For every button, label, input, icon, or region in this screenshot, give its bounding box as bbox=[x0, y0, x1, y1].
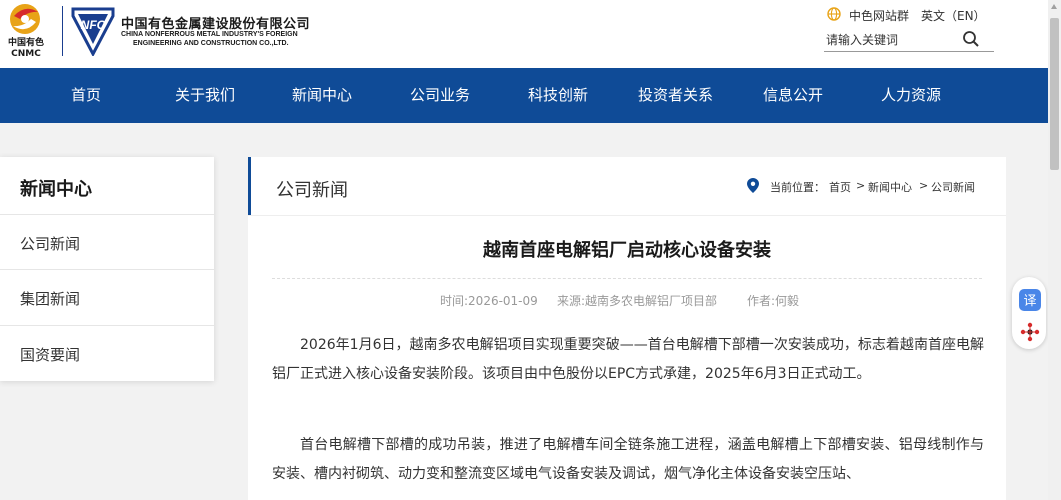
nfc-shield-icon: NFC bbox=[71, 7, 115, 58]
nav-home[interactable]: 首页 bbox=[71, 68, 101, 123]
article-divider bbox=[272, 278, 982, 279]
site-group-link[interactable]: 中色网站群 bbox=[849, 7, 909, 24]
location-pin-icon bbox=[747, 178, 759, 193]
cnmc-emblem-icon bbox=[10, 4, 40, 34]
search-icon[interactable] bbox=[962, 30, 980, 48]
logo-en-text: CNMC bbox=[11, 49, 41, 59]
section-accent-bar bbox=[248, 157, 251, 215]
globe-icon bbox=[827, 7, 841, 21]
nav-about[interactable]: 关于我们 bbox=[175, 68, 235, 123]
location-label: 当前位置： bbox=[770, 181, 825, 194]
scroll-thumb[interactable] bbox=[1050, 18, 1059, 170]
main-nav: 首页 关于我们 新闻中心 公司业务 科技创新 投资者关系 信息公开 人力资源 bbox=[0, 68, 1048, 123]
breadcrumb-home[interactable]: 首页 bbox=[829, 179, 851, 195]
scroll-up-arrow-icon[interactable] bbox=[1051, 4, 1057, 9]
article-source: 来源:越南多农电解铝厂项目部 bbox=[557, 294, 718, 308]
company-name-en-line2: ENGINEERING AND CONSTRUCTION CO.,LTD. bbox=[133, 40, 289, 47]
article-paragraph: 2026年1月6日，越南多农电解铝项目实现重要突破——首台电解槽下部槽一次安装成… bbox=[272, 337, 984, 382]
sidebar-item-label: 国资要闻 bbox=[20, 346, 81, 364]
breadcrumb-separator: > bbox=[919, 179, 929, 192]
nav-investors[interactable]: 投资者关系 bbox=[638, 68, 713, 123]
logo-divider bbox=[62, 6, 63, 56]
breadcrumb-news[interactable]: 新闻中心 bbox=[868, 179, 912, 195]
cnmc-logo[interactable]: 中国有色 CNMC bbox=[6, 2, 46, 60]
nav-innovation[interactable]: 科技创新 bbox=[528, 68, 588, 123]
sidebar: 新闻中心 公司新闻 集团新闻 国资要闻 bbox=[0, 157, 214, 381]
article-time: 时间:2026-01-09 bbox=[440, 294, 538, 308]
floating-toolbar: 译 bbox=[1012, 277, 1046, 349]
nav-business[interactable]: 公司业务 bbox=[410, 68, 470, 123]
breadcrumb-separator: > bbox=[856, 179, 866, 192]
section-title: 公司新闻 bbox=[276, 180, 348, 201]
company-name-en-line1: CHINA NONFERROUS METAL INDUSTRY'S FOREIG… bbox=[121, 31, 298, 38]
search-input[interactable] bbox=[826, 31, 956, 49]
nfc-logo[interactable]: NFC bbox=[70, 6, 116, 58]
article-author: 作者:何毅 bbox=[747, 294, 800, 308]
section-divider bbox=[248, 215, 1006, 216]
sidebar-item-label: 公司新闻 bbox=[20, 235, 81, 253]
nav-news[interactable]: 新闻中心 bbox=[292, 68, 352, 123]
article-paragraph: 首台电解槽下部槽的成功吊装，推进了电解槽车间全链条施工进程，涵盖电解槽上下部槽安… bbox=[272, 437, 984, 482]
nav-hr[interactable]: 人力资源 bbox=[881, 68, 941, 123]
breadcrumb-company-news[interactable]: 公司新闻 bbox=[931, 179, 975, 195]
main-content: 公司新闻 当前位置： 首页 > 新闻中心 > 公司新闻 越南首座电解铝厂启动核心… bbox=[248, 157, 1006, 500]
sidebar-item-group-news[interactable]: 集团新闻 bbox=[0, 269, 214, 325]
sidebar-item-company-news[interactable]: 公司新闻 bbox=[0, 214, 214, 270]
language-switch[interactable]: 英文（EN） bbox=[921, 7, 986, 24]
translate-icon[interactable]: 译 bbox=[1019, 289, 1041, 311]
nfc-mark-text: NFC bbox=[81, 18, 106, 32]
logo-cn-text: 中国有色 bbox=[7, 38, 44, 48]
sidebar-item-sasac-news[interactable]: 国资要闻 bbox=[0, 325, 214, 381]
sidebar-item-label: 集团新闻 bbox=[20, 290, 81, 308]
nav-disclosure[interactable]: 信息公开 bbox=[763, 68, 823, 123]
site-header: 中国有色 CNMC NFC 中国有色金属建设股份有限公司 CHINA NONFE… bbox=[0, 0, 1048, 68]
sidebar-title: 新闻中心 bbox=[20, 179, 92, 200]
translate-label: 译 bbox=[1023, 294, 1036, 309]
article-title: 越南首座电解铝厂启动核心设备安装 bbox=[483, 240, 771, 261]
ai-assistant-icon[interactable] bbox=[1019, 321, 1041, 343]
company-name-cn: 中国有色金属建设股份有限公司 bbox=[121, 17, 311, 32]
page-scrollbar[interactable] bbox=[1048, 0, 1061, 500]
